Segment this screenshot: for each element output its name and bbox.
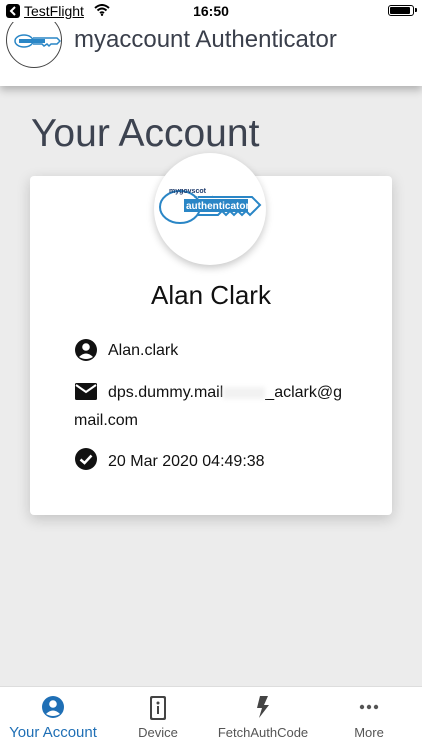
tab-fetch-auth-code[interactable]: FetchAuthCode (210, 687, 316, 751)
device-info-icon (150, 696, 166, 720)
tab-label: FetchAuthCode (217, 725, 309, 740)
email-text-part1: dps.dummy.mail (108, 384, 224, 401)
account-circle-icon (42, 696, 64, 718)
page-title: Your Account (31, 112, 260, 155)
more-dots-icon (359, 704, 379, 710)
tab-more[interactable]: More (316, 687, 422, 751)
username-text: Alan.clark (108, 342, 179, 359)
logo-text-main: authenticator (186, 201, 249, 212)
account-circle-icon (75, 339, 97, 361)
flash-icon (257, 696, 269, 718)
logo-text-sub: myaccount (194, 194, 214, 199)
account-name: Alan Clark (151, 280, 271, 310)
status-bar: TestFlight 16:50 (0, 0, 422, 22)
email-icon (75, 383, 97, 400)
tab-label: Your Account (9, 724, 97, 741)
battery-icon (388, 5, 417, 16)
bottom-tab-bar: Your Account Device FetchAuthCode More (0, 686, 422, 751)
check-circle-icon (75, 448, 97, 470)
app-title: myaccount Authenticator (74, 26, 337, 53)
tab-label: Device (138, 725, 178, 740)
last-verified-text: 20 Mar 2020 04:49:38 (108, 453, 265, 470)
tab-device[interactable]: Device (106, 687, 210, 751)
email-text-part2: _aclark@g (265, 384, 343, 401)
email-text-wrap: mail.com (74, 412, 139, 429)
tab-label: More (354, 725, 384, 740)
email-redacted (223, 386, 266, 399)
authenticator-logo: mygovscot myaccount authenticator (154, 153, 266, 265)
status-time: 16:50 (193, 3, 229, 19)
tab-your-account[interactable]: Your Account (0, 687, 106, 751)
